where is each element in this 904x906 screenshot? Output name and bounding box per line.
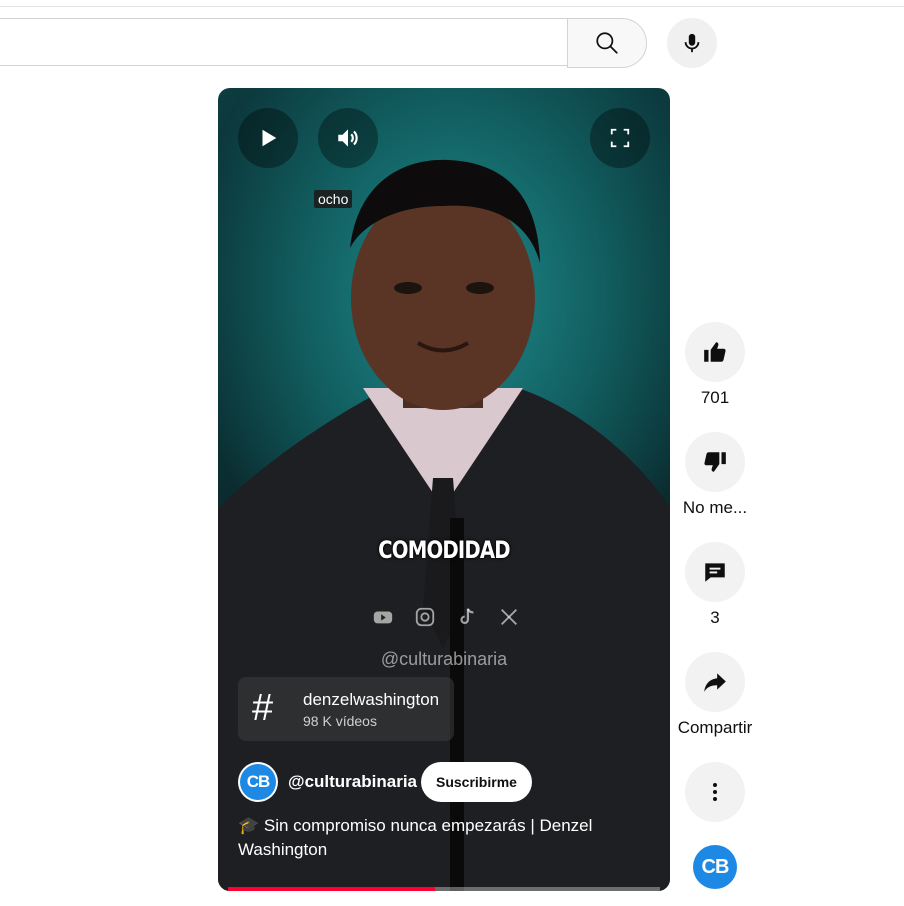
channel-avatar-text: CB [240,764,276,800]
play-button[interactable] [238,108,298,168]
search-icon [596,32,618,54]
video-title[interactable]: 🎓 Sin compromiso nunca empezarás | Denze… [238,814,638,862]
channel-avatar[interactable]: CB [238,762,278,802]
more-options-button[interactable] [685,762,745,822]
channel-handle[interactable]: @culturabinaria [288,772,417,792]
thumbs-down-icon [704,452,726,472]
video-caption: COMODIDAD [378,536,510,564]
voice-search-button[interactable] [667,18,717,68]
microphone-icon [684,33,700,53]
dislike-button[interactable] [685,432,745,492]
mute-button[interactable] [318,108,378,168]
fullscreen-icon [610,128,630,148]
tooltip: ocho [314,190,353,208]
channel-row: CB @culturabinaria Suscribirme [238,762,658,804]
social-icons [372,606,520,628]
share-icon [704,673,726,692]
subscribe-button[interactable]: Suscribirme [421,762,532,802]
progress-bar-fill [228,887,436,891]
progress-bar[interactable] [228,887,660,891]
x-icon [501,609,517,625]
shorts-video-player[interactable]: ocho COMODIDAD @culturabinaria # denzelw… [218,88,670,891]
more-vertical-icon [713,783,717,801]
like-button[interactable] [685,322,745,382]
search-button[interactable] [567,18,647,68]
share-button[interactable] [685,652,745,712]
comment-icon [705,563,725,582]
youtube-icon [373,611,393,624]
hashtag-icon: # [252,687,274,729]
comments-button[interactable] [685,542,745,602]
share-label: Compartir [677,718,753,737]
like-count: 701 [700,388,730,407]
hashtag-title: denzelwashington [303,690,440,709]
thumbs-up-icon [704,342,726,362]
tiktok-icon [460,608,474,625]
fullscreen-button[interactable] [590,108,650,168]
comments-count: 3 [710,608,720,627]
play-icon [262,129,277,147]
dislike-label: No me... [682,498,748,517]
instagram-icon [415,607,435,627]
top-divider [0,6,904,7]
hashtag-video-count: 98 K vídeos [303,713,377,729]
volume-icon [338,129,358,147]
watermark: @culturabinaria [380,649,508,669]
sound-channel-avatar[interactable]: CB [692,844,738,890]
sound-channel-avatar-text: CB [693,845,737,889]
search-input[interactable] [0,18,568,66]
hashtag-card[interactable]: # denzelwashington 98 K vídeos [238,677,454,741]
